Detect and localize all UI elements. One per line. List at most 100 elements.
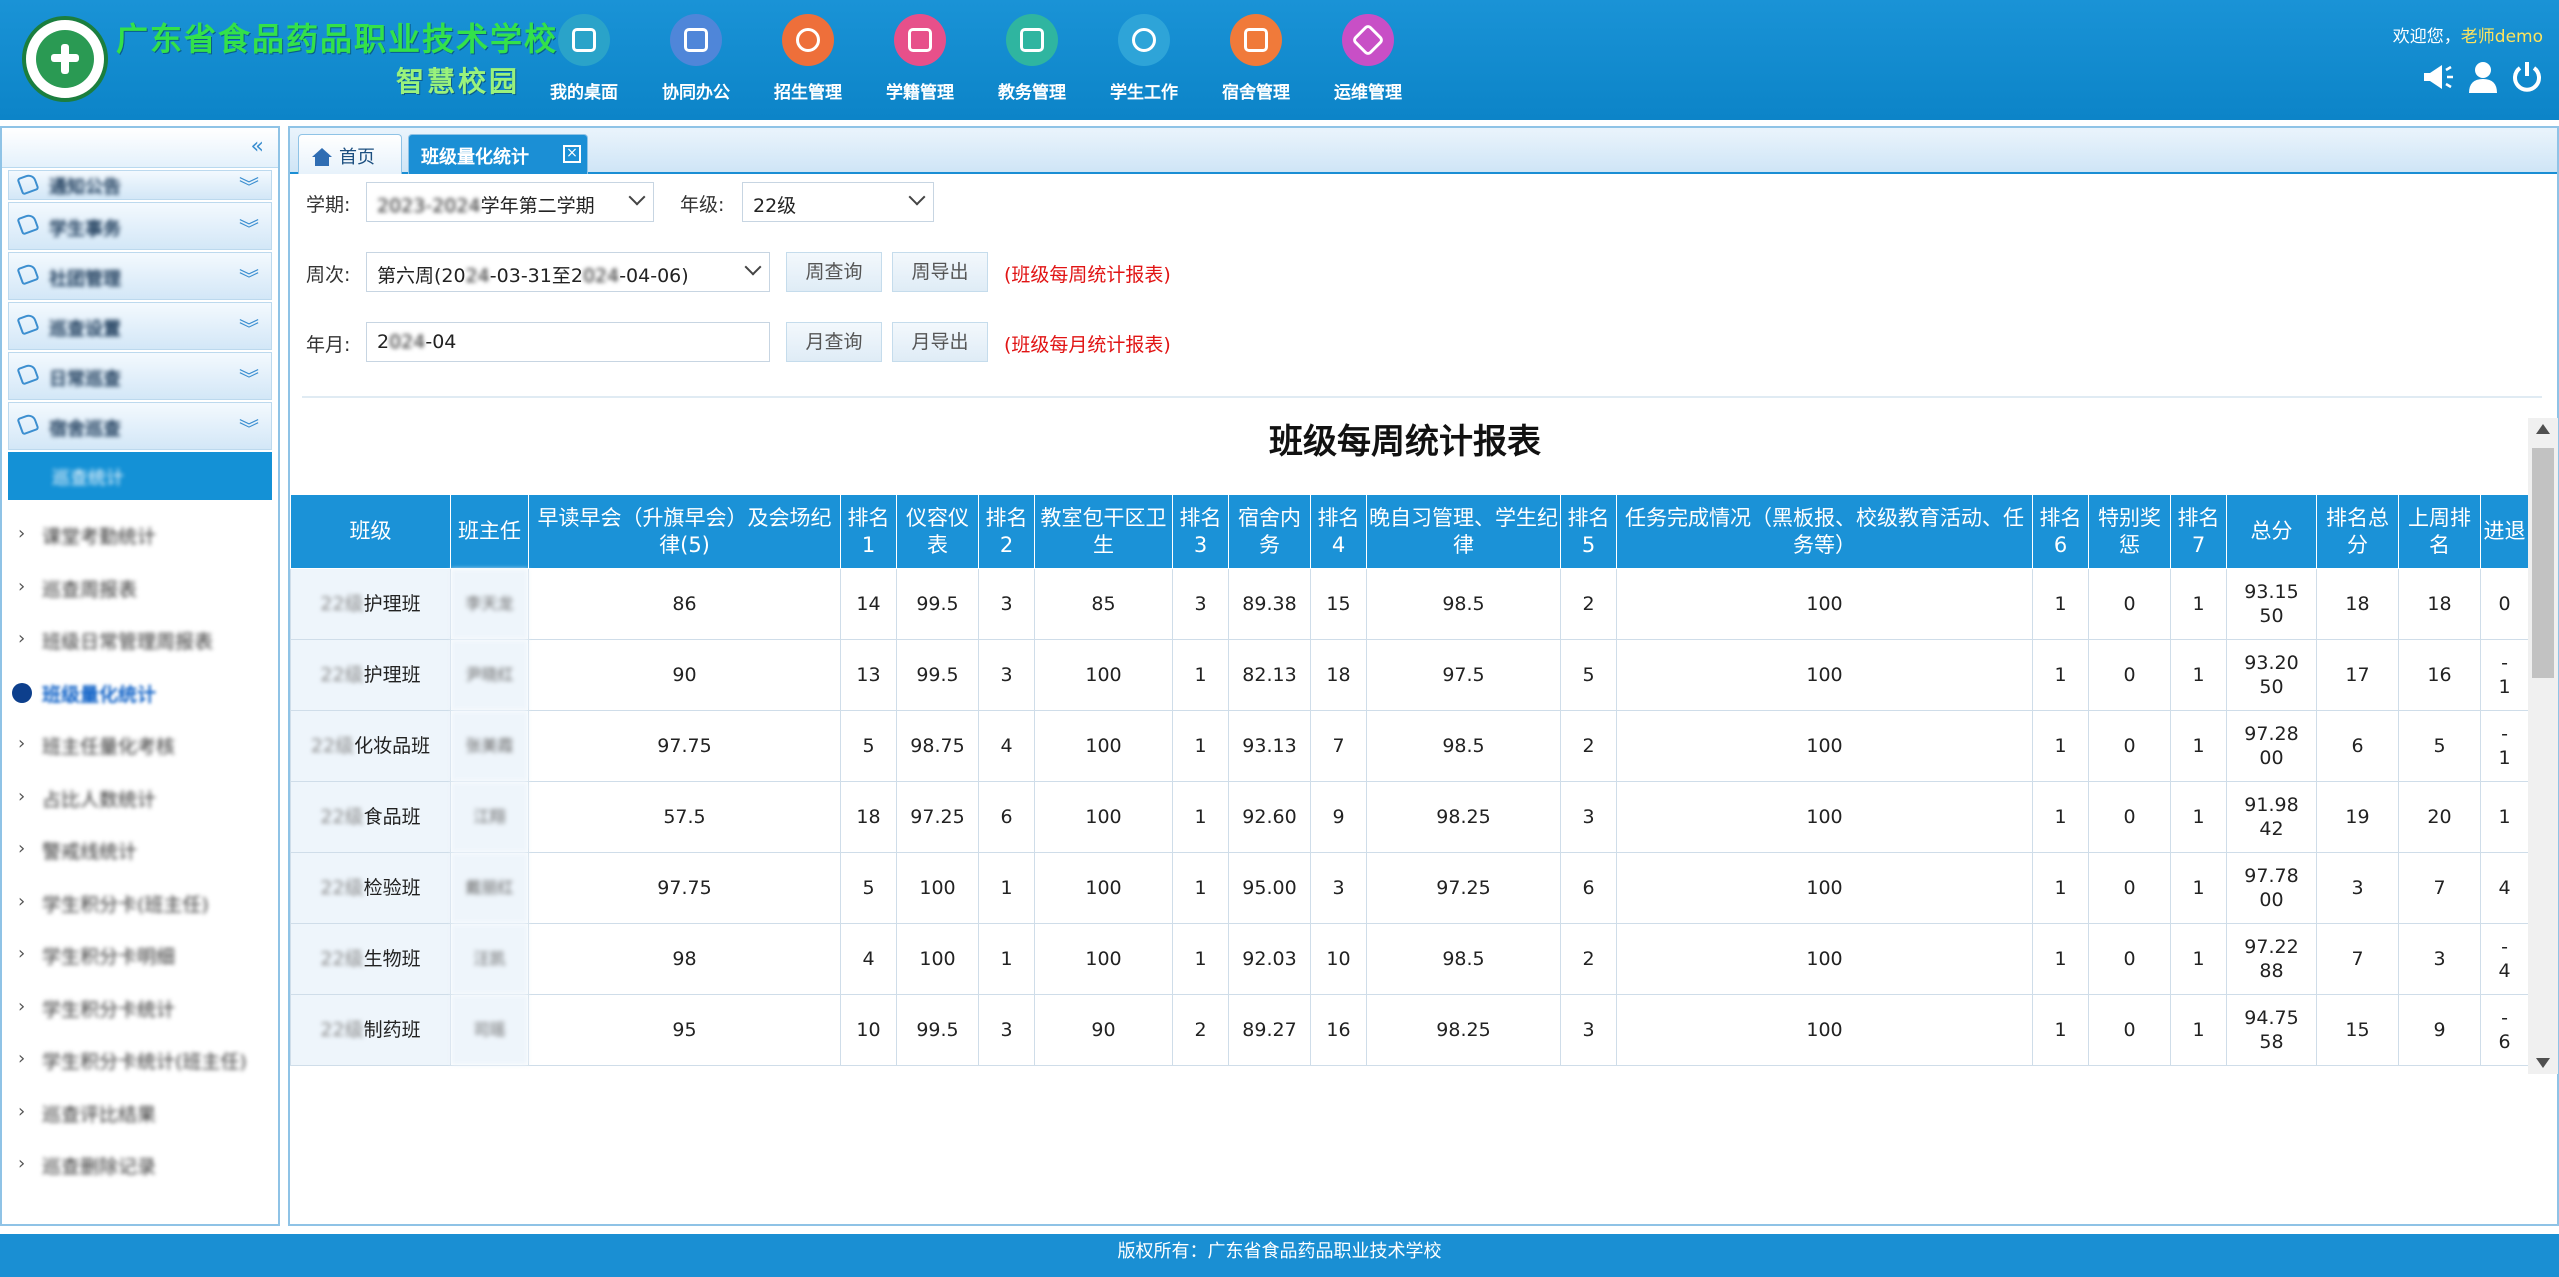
close-tab-icon[interactable]: × bbox=[563, 145, 581, 163]
score-cell: 10 bbox=[840, 994, 897, 1066]
sidebar-item-patrol-deleted[interactable]: › 巡查删除记录 bbox=[2, 1138, 278, 1191]
menu-group-daily-patrol[interactable]: 日常巡查 ︾ bbox=[8, 352, 272, 400]
scroll-thumb[interactable] bbox=[2532, 448, 2554, 678]
nav-my-desktop[interactable]: 我的桌面 bbox=[536, 14, 632, 112]
nav-office[interactable]: 协同办公 bbox=[648, 14, 744, 112]
user-icon[interactable] bbox=[2466, 60, 2500, 94]
teacher-cell: 司瑶 bbox=[450, 994, 529, 1066]
sidebar-item-points-card-stats[interactable]: › 学生积分卡统计 bbox=[2, 981, 278, 1034]
menu-group-clubs[interactable]: 社团管理 ︾ bbox=[8, 252, 272, 300]
col-rank1: 排名1 bbox=[840, 494, 897, 569]
score-cell: 0 bbox=[2088, 639, 2171, 711]
chevron-down-icon: ︾ bbox=[239, 267, 259, 291]
score-cell: 1 bbox=[2170, 710, 2227, 782]
total-rank-cell: 17 bbox=[2316, 639, 2399, 711]
term-select[interactable]: 2023-2024学年第二学期 bbox=[366, 182, 654, 222]
menu-group-dorm-patrol[interactable]: 宿舍巡查 ︾ bbox=[8, 402, 272, 450]
tag-icon bbox=[16, 412, 40, 436]
tab-class-quant-stats[interactable]: 班级量化统计 × bbox=[408, 134, 588, 174]
score-cell: 100 bbox=[896, 923, 979, 995]
menu-group-student-affairs[interactable]: 学生事务 ︾ bbox=[8, 202, 272, 250]
score-cell: 90 bbox=[528, 639, 841, 711]
grade-select[interactable]: 22级 bbox=[742, 182, 934, 222]
academic-icon bbox=[1006, 14, 1058, 66]
chevron-right-icon: › bbox=[18, 1100, 26, 1122]
score-cell: 100 bbox=[1616, 781, 2033, 853]
chevron-right-icon: › bbox=[18, 628, 26, 649]
table-row[interactable]: 22级制药班 司瑶 95 10 99.5 3 90 2 89.27 16 98.25 3 100 1 0 1 9… bbox=[290, 994, 2528, 1066]
sidebar-item-warning-line[interactable]: › 警戒线统计 bbox=[2, 823, 278, 876]
sidebar-item-patrol-weekly[interactable]: › 巡查周报表 bbox=[2, 561, 278, 614]
nav-maintenance[interactable]: 运维管理 bbox=[1320, 14, 1416, 112]
table-row[interactable]: 22级化妆品班 张美霞 97.75 5 98.75 4 100 1 93.13 7 98.5 2 100… bbox=[290, 710, 2528, 782]
nav-enrollment[interactable]: 招生管理 bbox=[760, 14, 856, 112]
class-cell: 22级检验班 bbox=[290, 852, 451, 924]
table-row[interactable]: 22级检验班 戴丽红 97.75 5 100 1 100 1 95.00 3 97.25 6 100 1 0… bbox=[290, 852, 2528, 924]
table-row[interactable]: 22级食品班 江翔 57.5 18 97.25 6 100 1 92.60 9 98.25 3 100 1… bbox=[290, 781, 2528, 853]
sidebar-item-patrol-results[interactable]: › 巡查评比结果 bbox=[2, 1086, 278, 1139]
score-cell: 2 bbox=[1560, 923, 1617, 995]
month-query-button[interactable]: 月查询 bbox=[786, 322, 882, 362]
menu-group-notices[interactable]: 通知公告 ︾ bbox=[8, 170, 272, 200]
last-week-rank-cell: 9 bbox=[2398, 994, 2481, 1066]
nav-dormitory[interactable]: 宿舍管理 bbox=[1208, 14, 1304, 112]
score-cell: 0 bbox=[2088, 710, 2171, 782]
score-cell: 3 bbox=[1560, 994, 1617, 1066]
sidebar-item-teacher-assessment[interactable]: › 班主任量化考核 bbox=[2, 718, 278, 771]
score-cell: 1 bbox=[978, 923, 1035, 995]
teacher-cell: 张美霞 bbox=[450, 710, 529, 782]
chevron-right-icon: › bbox=[18, 523, 26, 544]
score-cell: 1 bbox=[978, 852, 1035, 924]
week-export-button[interactable]: 周导出 bbox=[892, 252, 988, 292]
report-title: 班级每周统计报表 bbox=[1269, 422, 1541, 462]
report-table-container[interactable]: 班级 班主任 早读早会（升旗早会）及会场纪律(5) 排名1 仪容仪表 排名2 教… bbox=[290, 494, 2528, 1074]
week-query-button[interactable]: 周查询 bbox=[786, 252, 882, 292]
score-cell: 98.25 bbox=[1366, 994, 1561, 1066]
score-cell: 1 bbox=[1172, 710, 1229, 782]
collapse-sidebar-icon[interactable]: « bbox=[251, 134, 264, 159]
month-input[interactable]: 2024-04 bbox=[366, 322, 770, 362]
sidebar-item-class-quant-stats[interactable]: 班级量化统计 bbox=[2, 666, 278, 719]
menu-group-patrol-stats[interactable]: 巡查统计 bbox=[8, 452, 272, 500]
current-dot-icon bbox=[12, 682, 32, 703]
col-rank7: 排名7 bbox=[2170, 494, 2227, 569]
nav-academic[interactable]: 教务管理 bbox=[984, 14, 1080, 112]
sidebar-item-points-card-stats-teacher[interactable]: › 学生积分卡统计(班主任) bbox=[2, 1033, 278, 1086]
menu-group-patrol-settings[interactable]: 巡查设置 ︾ bbox=[8, 302, 272, 350]
sidebar-item-ratio-stats[interactable]: › 占比人数统计 bbox=[2, 771, 278, 824]
month-export-button[interactable]: 月导出 bbox=[892, 322, 988, 362]
scroll-up-icon[interactable] bbox=[2536, 424, 2550, 434]
campus-name: 智慧校园 bbox=[396, 65, 521, 98]
total-cell: 94.7558 bbox=[2226, 994, 2317, 1066]
chevron-right-icon: › bbox=[18, 890, 26, 912]
nav-student-records[interactable]: 学籍管理 bbox=[872, 14, 968, 112]
announcement-icon[interactable] bbox=[2420, 60, 2454, 94]
table-row[interactable]: 22级生物班 汪凯 98 4 100 1 100 1 92.03 10 98.5 2 100 1 0 1 97.… bbox=[290, 923, 2528, 995]
term-label: 学期: bbox=[306, 194, 351, 216]
score-cell: 1 bbox=[2032, 639, 2089, 711]
table-row[interactable]: 22级护理班 李天龙 86 14 99.5 3 85 3 89.38 15 98.5 2 100 1 0 1 9… bbox=[290, 568, 2528, 640]
tab-bar: 首页 班级量化统计 × bbox=[290, 128, 2557, 174]
user-name: 老师demo bbox=[2460, 27, 2543, 47]
nav-student-work[interactable]: 学生工作 bbox=[1096, 14, 1192, 112]
footer-copyright: 版权所有：广东省食品药品职业技术学校 bbox=[0, 1234, 2559, 1277]
scroll-down-icon[interactable] bbox=[2536, 1058, 2550, 1068]
tab-home[interactable]: 首页 bbox=[298, 134, 402, 174]
score-cell: 100 bbox=[1616, 923, 2033, 995]
score-cell: 92.03 bbox=[1228, 923, 1311, 995]
sidebar-item-attendance-stats[interactable]: › 课堂考勤统计 bbox=[2, 508, 278, 561]
score-cell: 93.13 bbox=[1228, 710, 1311, 782]
class-cell: 22级生物班 bbox=[290, 923, 451, 995]
vertical-scrollbar[interactable] bbox=[2528, 418, 2558, 1074]
power-icon[interactable] bbox=[2510, 60, 2544, 94]
tag-icon bbox=[16, 362, 40, 386]
sidebar-item-class-daily-weekly[interactable]: › 班级日常管理周报表 bbox=[2, 613, 278, 666]
tag-icon bbox=[16, 212, 40, 236]
sidebar-item-points-card-teacher[interactable]: › 学生积分卡(班主任) bbox=[2, 876, 278, 929]
score-cell: 14 bbox=[840, 568, 897, 640]
week-select[interactable]: 第六周(2024-03-31至2024-04-06) bbox=[366, 252, 770, 292]
table-row[interactable]: 22级护理班 尹晓红 90 13 99.5 3 100 1 82.13 18 97.5 5 100 1 0 1… bbox=[290, 639, 2528, 711]
sidebar-item-points-card-detail[interactable]: › 学生积分卡明细 bbox=[2, 928, 278, 981]
col-total: 总分 bbox=[2226, 494, 2317, 569]
total-rank-cell: 18 bbox=[2316, 568, 2399, 640]
